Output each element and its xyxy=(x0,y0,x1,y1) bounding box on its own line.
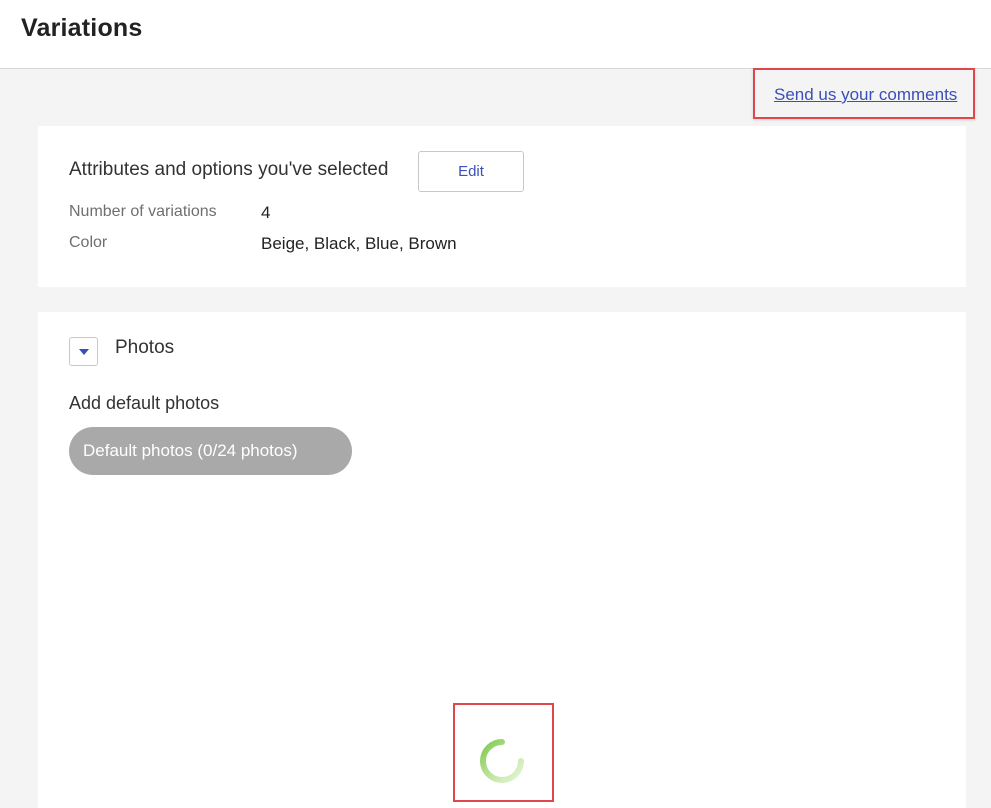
loading-spinner-icon xyxy=(480,739,524,783)
page-header: Variations xyxy=(0,0,991,69)
attributes-heading: Attributes and options you've selected xyxy=(69,159,389,180)
edit-button[interactable]: Edit xyxy=(418,151,524,192)
attribute-value-color: Beige, Black, Blue, Brown xyxy=(261,234,457,253)
attribute-value-variations: 4 xyxy=(261,203,271,222)
caret-down-icon xyxy=(79,349,89,355)
attribute-label-variations: Number of variations xyxy=(69,203,217,220)
default-photos-button[interactable]: Default photos (0/24 photos) xyxy=(69,427,352,475)
send-comments-link[interactable]: Send us your comments xyxy=(774,85,957,105)
attribute-label-color: Color xyxy=(69,234,108,251)
attributes-card: Attributes and options you've selected E… xyxy=(38,126,966,287)
default-photos-label: Add default photos xyxy=(69,393,220,413)
photos-toggle-button[interactable] xyxy=(69,337,98,366)
photos-heading: Photos xyxy=(115,337,175,358)
page-title: Variations xyxy=(21,14,143,42)
